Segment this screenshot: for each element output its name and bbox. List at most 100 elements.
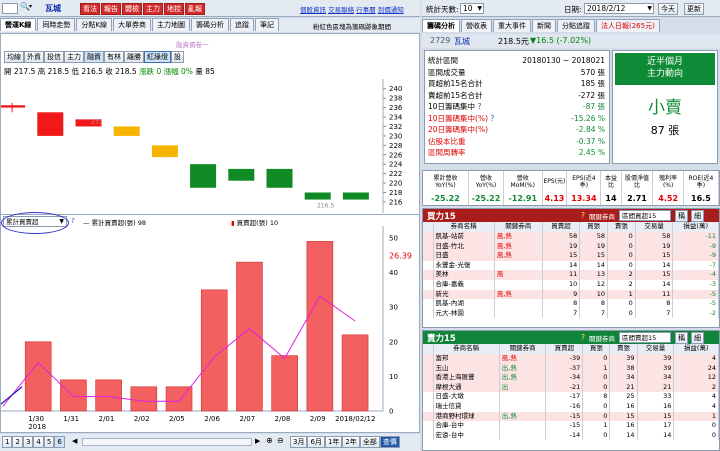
range-2y-button[interactable]: 2年 [342, 436, 360, 448]
sell15-cell: 34 [637, 373, 675, 383]
tab-chip[interactable]: 籌碼分析 [422, 19, 460, 32]
sell15-cell: 4 [673, 392, 719, 402]
tab-main-map[interactable]: 主力地圖 [152, 18, 191, 31]
buy15-row[interactable]: 凱基-內湖 8 8 0 8 -5 [423, 299, 719, 309]
buy15-cell: 19 [542, 241, 581, 252]
sell15-row[interactable]: 富邦 風,熱 -39 0 39 39 4 [423, 354, 719, 364]
sell15-cell: 8 [582, 392, 611, 402]
buy15-row[interactable]: 日盛 風,熱 15 15 0 15 -9 [423, 251, 719, 261]
sell15-row[interactable]: 港商野村環球 出,熱 -15 0 15 15 1 [423, 411, 719, 422]
tab-tracking[interactable]: 追蹤 [230, 18, 255, 31]
page-4-button[interactable]: 4 [33, 436, 44, 448]
page-6-button[interactable]: 6 [54, 436, 65, 448]
buy15-row[interactable]: 新光 風,熱 9 10 1 11 -5 [423, 289, 719, 300]
sell15-cell: 0 [582, 354, 611, 364]
zoom-out-icon[interactable]: ⊖ [277, 436, 284, 445]
help-icon[interactable]: ? [71, 217, 75, 225]
news-button[interactable]: 亂報 [185, 3, 205, 15]
tab-branch-kline[interactable]: 分點K線 [76, 18, 113, 31]
sell15-row[interactable]: 日盛-大墩 -17 8 25 33 4 [423, 392, 719, 402]
tab-events[interactable]: 重大事件 [493, 19, 531, 32]
y-tick-label-0: 50 [389, 234, 398, 242]
tab-branch[interactable]: 分點追蹤 [557, 19, 595, 32]
sell15-row[interactable]: 香港上海匯豐 出,熱 -34 0 34 34 12 [423, 373, 719, 383]
buy15-cell: 0 [607, 232, 636, 242]
sell15-btn-1[interactable]: 稱 [675, 332, 688, 344]
tab-kline[interactable]: 營運K線 [0, 18, 37, 31]
buy15-cell: 0 [607, 251, 636, 261]
stat-label: 統計區間 [428, 56, 458, 66]
tab-news[interactable]: 新聞 [532, 19, 556, 32]
candle-4 [151, 145, 178, 158]
sell15-cell: 出 [499, 382, 547, 393]
buy15-row[interactable]: 永豐金-光復 14 14 0 14 -7 [423, 260, 719, 271]
sell15-row[interactable]: 瑞士信貸 -16 0 16 16 4 [423, 401, 719, 412]
tab-big-broker[interactable]: 大單券商 [113, 18, 152, 31]
sell15-cell [499, 421, 547, 431]
range-6m-button[interactable]: 6月 [307, 436, 325, 448]
stat-value: -2.84 % [576, 125, 605, 135]
page-1-button[interactable]: 1 [2, 436, 13, 448]
buy15-row[interactable]: 凱基-站前 風,熱 58 58 0 58 -11 [423, 232, 719, 242]
stat-row: 10日籌碼集中 ? -87 張 [425, 101, 609, 113]
sell15-col-header [423, 344, 434, 354]
freq-select[interactable]: 10 ▼ [460, 3, 484, 14]
control-button[interactable]: 地控 [164, 3, 184, 15]
scroll-right-icon[interactable]: ▶ [255, 437, 260, 445]
buy15-row[interactable]: 美林風 11 13 2 15 -4 [423, 270, 719, 280]
tab-daily-report[interactable]: 法人日報(265元) [596, 19, 660, 32]
tab-revenue[interactable]: 營收表 [461, 19, 492, 32]
buy15-row[interactable]: 元大-林園 7 7 0 7 -2 [423, 308, 719, 319]
buy15-row[interactable]: 日盛-竹北 風,熱 19 19 0 19 -9 [423, 241, 719, 252]
buy15-cell [423, 308, 434, 319]
page-2-button[interactable]: 2 [12, 436, 23, 448]
buy15-cell [494, 299, 543, 309]
buy15-cell: 日盛-竹北 [433, 241, 495, 252]
metric-value: 16.5 [683, 192, 720, 205]
tab-notes[interactable]: 筆記 [255, 18, 280, 31]
range-1y-button[interactable]: 1年 [324, 436, 343, 448]
link-stock-info[interactable]: 個股資訊 [300, 6, 326, 14]
refresh-button[interactable]: 更新 [684, 3, 704, 15]
sell15-row[interactable]: 合庫-台中 -15 1 16 17 0 [423, 421, 719, 431]
help-icon[interactable]: ? [581, 211, 585, 220]
range-all-button[interactable]: 全部 [359, 436, 380, 448]
scroll-left-icon[interactable]: ◀ [72, 437, 77, 445]
link-trade[interactable]: 交易聯絡 [328, 6, 354, 14]
tab-intraday[interactable]: 同時走勢 [37, 18, 76, 31]
stat-row: 賣超前15名合計 -272 張 [425, 90, 609, 102]
buy15-btn-2[interactable]: 細 [691, 210, 704, 222]
metric-header: EPS(近4季) [566, 171, 602, 193]
link-calendar[interactable]: 行事曆 [356, 6, 376, 14]
buy15-select[interactable]: 區間買超15 [619, 210, 671, 221]
buy15-row[interactable]: 合庫-嘉義 10 12 2 14 -3 [423, 279, 719, 290]
report-button[interactable]: 報告 [101, 3, 121, 15]
sell15-row[interactable]: 玉山 出,熱 -37 1 38 39 24 [423, 363, 719, 374]
buy15-cell [423, 251, 434, 261]
y-tick-label-1: 40 [389, 269, 398, 277]
help-icon[interactable]: ? [581, 333, 585, 342]
page-5-button[interactable]: 5 [43, 436, 55, 448]
query-price-button[interactable]: 查價 [379, 436, 400, 448]
sell15-select[interactable]: 區間賣超15 [619, 332, 671, 343]
stock-name: 瓦城 [45, 4, 61, 13]
buy15-btn-1[interactable]: 稱 [675, 210, 688, 222]
sell15-row[interactable]: 宏遠-台中 -14 0 14 14 0 [423, 430, 719, 441]
sell15-row[interactable]: 摩根大通出 -21 0 21 21 2 [423, 382, 719, 393]
buy15-cell: 元大-林園 [433, 308, 495, 319]
link-price-alert[interactable]: 到價通知 [378, 6, 404, 14]
sell15-cell [423, 354, 434, 364]
dropdown-icon[interactable]: ▾ [29, 3, 32, 10]
zoom-in-icon[interactable]: ⊕ [266, 436, 273, 445]
view-button[interactable]: 看法 [80, 3, 100, 15]
sell15-btn-2[interactable]: 細 [691, 332, 704, 344]
page-3-button[interactable]: 3 [22, 436, 34, 448]
today-button[interactable]: 今天 [658, 3, 678, 15]
range-3m-button[interactable]: 3月 [290, 436, 308, 448]
stock-code-input[interactable] [2, 3, 18, 14]
date-input[interactable]: 2018/2/12 ▼ [584, 3, 654, 14]
checkup-button[interactable]: 體檢 [122, 3, 142, 15]
tab-chip-analysis[interactable]: 籌碼分析 [191, 18, 230, 31]
main-force-button[interactable]: 主力 [143, 3, 163, 15]
scrollbar[interactable] [82, 438, 252, 446]
